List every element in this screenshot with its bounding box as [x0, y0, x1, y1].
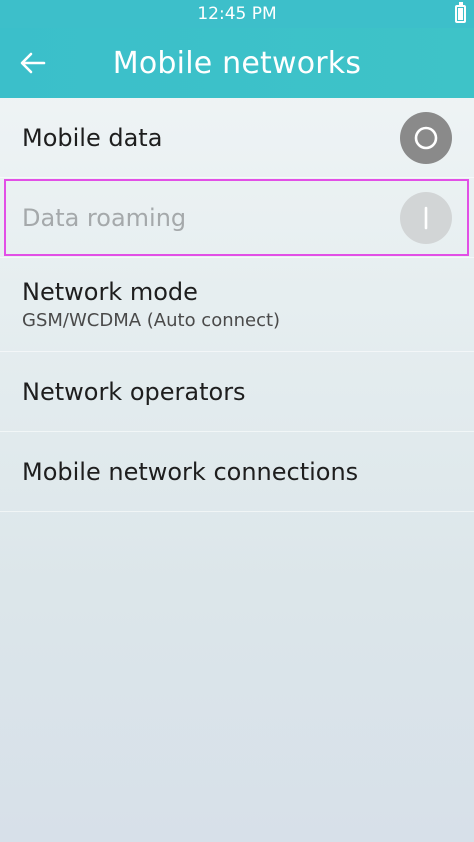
setting-label: Network operators — [22, 377, 246, 406]
setting-network-mode[interactable]: Network mode GSM/WCDMA (Auto connect) — [0, 258, 474, 352]
setting-data-roaming[interactable]: Data roaming — [0, 178, 474, 258]
setting-network-operators[interactable]: Network operators — [0, 352, 474, 432]
toggle-on-icon — [424, 206, 428, 229]
arrow-left-icon — [20, 52, 46, 74]
app-bar: Mobile networks — [0, 28, 474, 98]
battery-icon — [455, 2, 466, 23]
toggle-off-icon — [414, 126, 438, 149]
mobile-data-toggle[interactable] — [400, 111, 452, 164]
settings-list: Mobile data Data roaming Network mode GS… — [0, 98, 474, 512]
setting-value: GSM/WCDMA (Auto connect) — [22, 310, 281, 331]
page-title: Mobile networks — [112, 45, 362, 81]
setting-label: Mobile network connections — [22, 457, 359, 486]
setting-mobile-network-connections[interactable]: Mobile network connections — [0, 432, 474, 512]
setting-label: Network mode — [22, 278, 198, 306]
status-time: 12:45 PM — [197, 4, 277, 24]
status-bar: 12:45 PM — [0, 0, 474, 28]
back-button[interactable] — [12, 42, 54, 84]
data-roaming-toggle[interactable] — [400, 191, 452, 244]
setting-mobile-data[interactable]: Mobile data — [0, 98, 474, 178]
